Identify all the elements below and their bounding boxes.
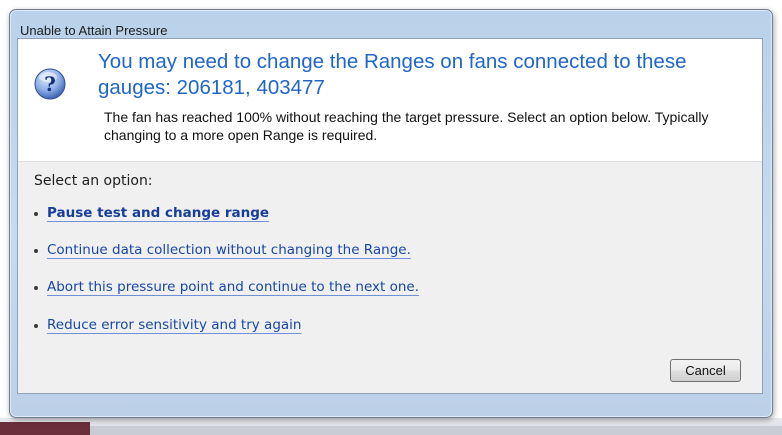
taskbar-segment xyxy=(90,426,782,435)
bullet-dot xyxy=(34,249,38,253)
select-option-label: Select an option: xyxy=(34,173,153,189)
option-link[interactable]: Abort this pressure point and continue t… xyxy=(47,279,419,295)
option-pause-test[interactable]: Pause test and change range xyxy=(34,203,269,223)
option-abort-pressure-point[interactable]: Abort this pressure point and continue t… xyxy=(34,277,419,297)
bullet-dot xyxy=(34,324,38,328)
taskbar-left-segment xyxy=(0,422,90,435)
bullet-dot xyxy=(34,212,38,216)
option-link[interactable]: Pause test and change range xyxy=(47,205,269,221)
option-link[interactable]: Continue data collection without changin… xyxy=(47,242,411,258)
option-continue-collection[interactable]: Continue data collection without changin… xyxy=(34,240,411,260)
dialog-header-panel: ? You may need to change the Ranges on f… xyxy=(18,39,762,162)
taskbar-strip xyxy=(0,418,782,435)
question-icon: ? xyxy=(34,68,66,100)
svg-text:?: ? xyxy=(44,72,56,96)
option-link[interactable]: Reduce error sensitivity and try again xyxy=(47,317,301,333)
dialog-client-area: ? You may need to change the Ranges on f… xyxy=(17,38,763,394)
dialog-title: Unable to Attain Pressure xyxy=(20,23,168,38)
dialog-message: The fan has reached 100% without reachin… xyxy=(104,109,709,143)
dialog-heading: You may need to change the Ranges on fan… xyxy=(98,50,687,99)
cancel-button[interactable]: Cancel xyxy=(670,359,741,382)
bullet-dot xyxy=(34,286,38,290)
option-reduce-sensitivity[interactable]: Reduce error sensitivity and try again xyxy=(34,315,301,335)
